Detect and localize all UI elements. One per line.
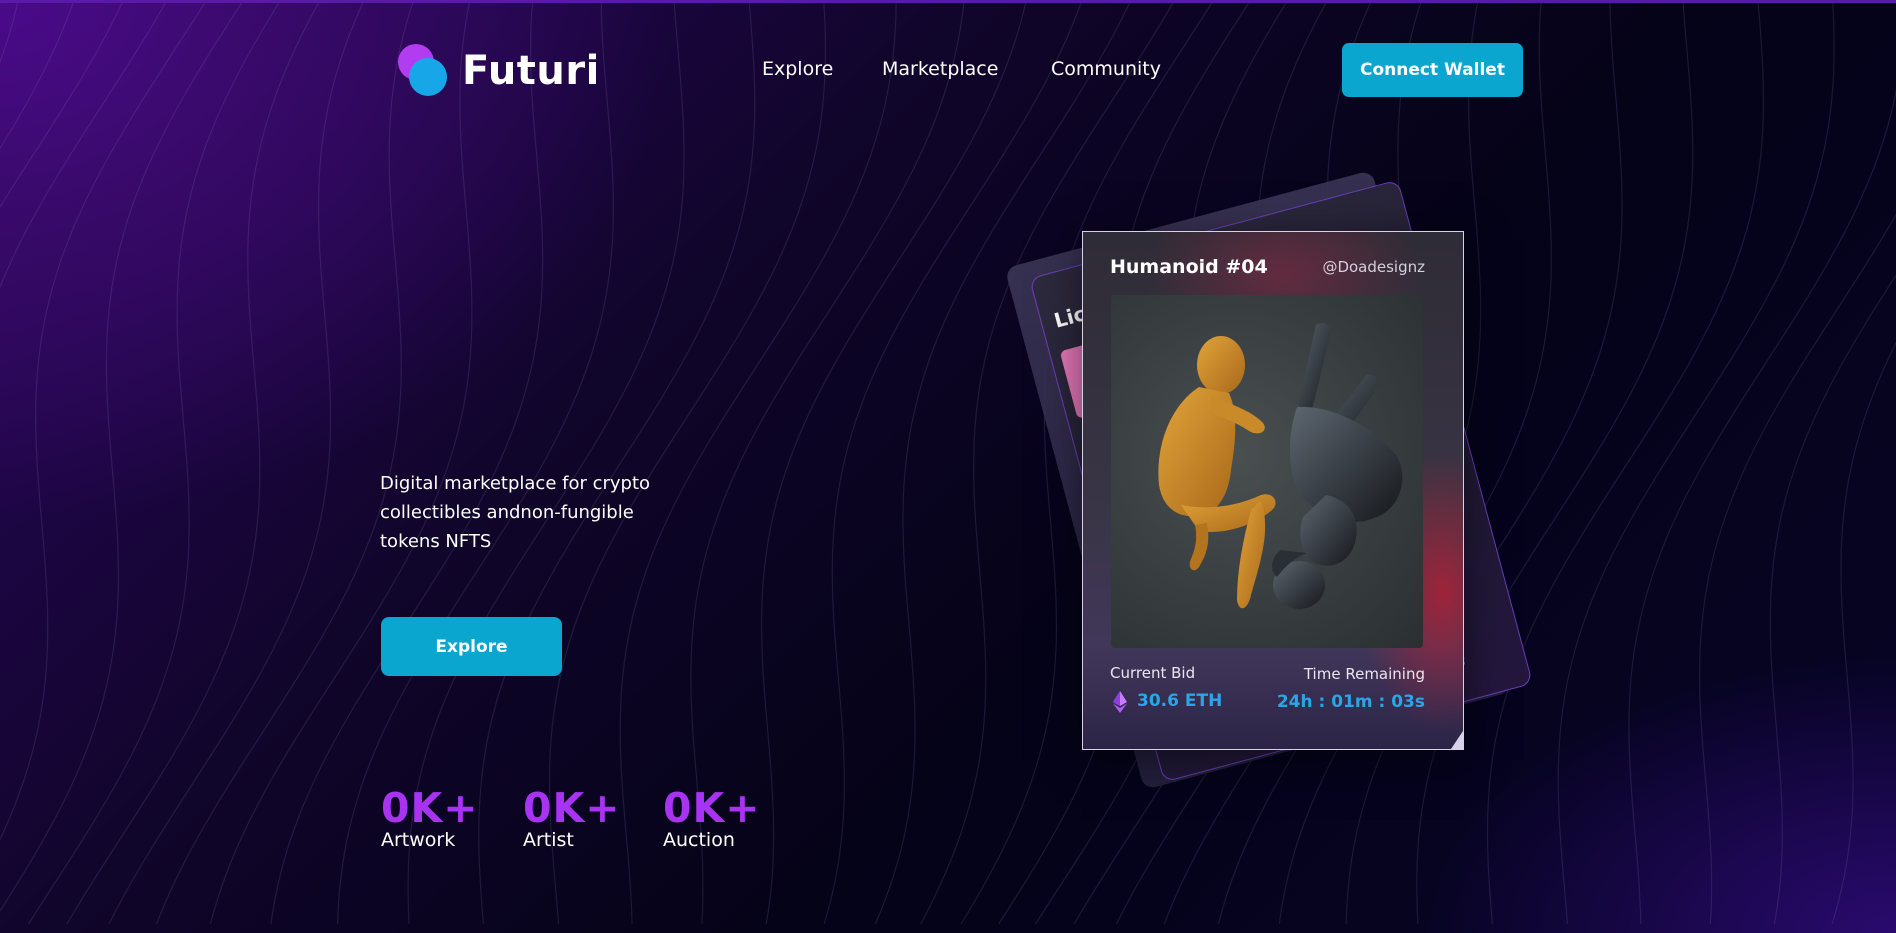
humanoid-figures-illustration — [1158, 322, 1403, 609]
background-wave-line — [0, 0, 125, 208]
background-wave-line — [1769, 274, 1896, 925]
tagline-line: tokens NFTS — [380, 531, 492, 552]
background-wave-line — [760, 0, 1027, 925]
stat-value: 0K+ — [523, 784, 621, 832]
background-wave-line — [823, 0, 1083, 925]
background-wave-lines — [0, 0, 1896, 925]
brand-logo[interactable]: Futuri — [396, 43, 600, 99]
current-bid-label: Current Bid — [1110, 664, 1196, 682]
nav-marketplace[interactable]: Marketplace — [882, 58, 998, 80]
time-remaining-label: Time Remaining — [1303, 665, 1425, 683]
top-accent-line — [0, 0, 1896, 3]
tagline-line: Digital marketplace for crypto — [380, 473, 651, 494]
ethereum-icon — [1113, 691, 1127, 713]
explore-button[interactable]: Explore — [381, 617, 562, 676]
background-wave-line — [1698, 213, 1896, 925]
background-wave-line — [0, 0, 19, 64]
connect-wallet-button[interactable]: Connect Wallet — [1342, 43, 1523, 97]
stat-artwork: 0K+ Artwork — [381, 788, 479, 852]
nav-explore[interactable]: Explore — [762, 58, 833, 80]
stat-value: 0K+ — [663, 784, 761, 832]
logo-mark-icon — [396, 43, 450, 99]
current-bid-value: 30.6 ETH — [1137, 691, 1223, 711]
background-wave-line — [66, 0, 321, 925]
background-wave-line — [155, 0, 415, 925]
nav-community[interactable]: Community — [1051, 58, 1161, 80]
background-wave-line — [1831, 341, 1896, 925]
nft-image[interactable] — [1111, 295, 1423, 648]
hero-tagline: Digital marketplace for crypto collectib… — [380, 469, 680, 556]
stat-artist: 0K+ Artist — [523, 788, 621, 852]
background-wave-line — [1486, 0, 1764, 925]
brand-name: Futuri — [462, 48, 600, 94]
background-wave-line — [1557, 0, 1835, 925]
card-corner-decoration — [1451, 731, 1463, 749]
nft-author[interactable]: @Doadesignz — [1322, 258, 1425, 276]
background-wave-line — [108, 0, 365, 925]
time-remaining-value: 24h : 01m : 03s — [1276, 692, 1425, 712]
stat-auction: 0K+ Auction — [663, 788, 761, 852]
nft-title: Humanoid #04 — [1110, 256, 1268, 278]
stat-value: 0K+ — [381, 784, 479, 832]
nft-card[interactable]: Humanoid #04 @Doadesignz Current Bid 30.… — [1082, 231, 1464, 750]
background-wave-line — [0, 0, 207, 841]
background-wave-line — [0, 0, 168, 289]
tagline-line: collectibles andnon-fungible — [380, 502, 634, 523]
